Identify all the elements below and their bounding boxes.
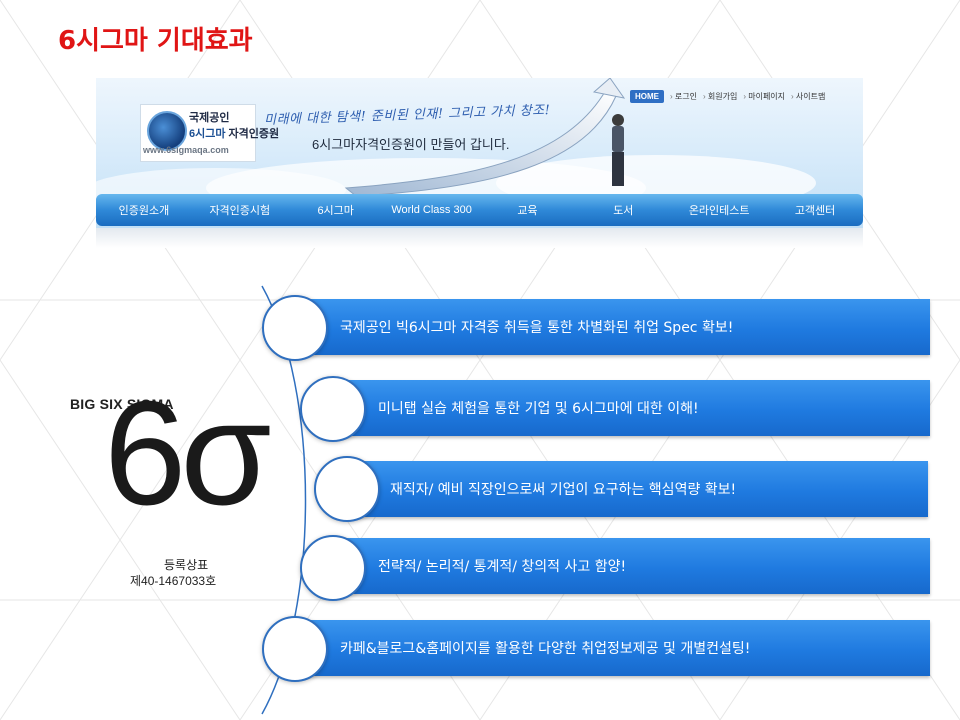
benefit-text-4: 전략적/ 논리적/ 통계적/ 창의적 사고 함양! — [378, 559, 627, 575]
nav-six-sigma[interactable]: 6시그마 — [288, 202, 384, 218]
top-nav-sitemap[interactable]: 사이트맵 — [791, 91, 825, 102]
main-nav: 인증원소개 자격인증시험 6시그마 World Class 300 교육 도서 … — [96, 194, 863, 226]
benefit-bullet-3 — [314, 456, 380, 522]
trademark-label: 등록상표 — [164, 558, 209, 572]
benefit-bullet-4 — [300, 535, 366, 601]
nav-customer-center[interactable]: 고객센터 — [767, 202, 863, 218]
benefit-text-5: 카페&블로그&홈페이지를 활용한 다양한 취업정보제공 및 개별컨설팅! — [340, 641, 751, 657]
home-button[interactable]: HOME — [630, 90, 664, 103]
trademark-number: 제40-1467033호 — [130, 574, 217, 588]
logo-url: www.6sigmaqa.com — [143, 145, 229, 155]
benefit-text-2: 미니탭 실습 체험을 통한 기업 및 6시그마에 대한 이해! — [378, 401, 699, 417]
logo-line2-rest: 자격인증원 — [225, 128, 280, 140]
benefit-bar-2: 미니탭 실습 체험을 통한 기업 및 6시그마에 대한 이해! — [338, 380, 930, 436]
benefit-bullet-2 — [300, 376, 366, 442]
nav-world-class[interactable]: World Class 300 — [384, 204, 480, 216]
nav-books[interactable]: 도서 — [575, 202, 671, 218]
main-slogan: 6시그마자격인증원이 만들어 갑니다. — [312, 137, 510, 152]
nav-education[interactable]: 교육 — [480, 202, 576, 218]
benefit-bar-3: 재직자/ 예비 직장인으로써 기업이 요구하는 핵심역량 확보! — [352, 461, 928, 517]
site-logo[interactable]: 국제공인 6시그마 자격인증원 www.6sigmaqa.com — [140, 104, 279, 162]
benefit-text-3: 재직자/ 예비 직장인으로써 기업이 요구하는 핵심역량 확보! — [390, 482, 737, 498]
top-nav-join[interactable]: 회원가입 — [703, 91, 737, 102]
benefit-bar-1: 국제공인 빅6시그마 자격증 취득을 통한 차별화된 취업 Spec 확보! — [300, 299, 930, 355]
top-nav: HOME 로그인 회원가입 마이페이지 사이트맵 — [630, 90, 825, 103]
top-nav-mypage[interactable]: 마이페이지 — [743, 91, 785, 102]
top-nav-login[interactable]: 로그인 — [670, 91, 697, 102]
benefit-bar-5: 카페&블로그&홈페이지를 활용한 다양한 취업정보제공 및 개별컨설팅! — [300, 620, 930, 676]
slide-title: 6시그마 기대효과 — [58, 26, 253, 56]
nav-exam[interactable]: 자격인증시험 — [192, 202, 288, 218]
website-banner: 국제공인 6시그마 자격인증원 www.6sigmaqa.com 미래에 대한 … — [96, 78, 863, 248]
logo-line1: 국제공인 — [189, 112, 230, 124]
nav-shadow — [96, 228, 863, 248]
benefit-bullet-1 — [262, 295, 328, 361]
benefit-bullet-5 — [262, 616, 328, 682]
logo-accent: 6시그마 — [189, 128, 226, 140]
nav-about[interactable]: 인증원소개 — [96, 202, 192, 218]
nav-online-test[interactable]: 온라인테스트 — [671, 202, 767, 218]
benefit-bar-4: 전략적/ 논리적/ 통계적/ 창의적 사고 함양! — [338, 538, 930, 594]
benefit-text-1: 국제공인 빅6시그마 자격증 취득을 통한 차별화된 취업 Spec 확보! — [340, 320, 734, 336]
